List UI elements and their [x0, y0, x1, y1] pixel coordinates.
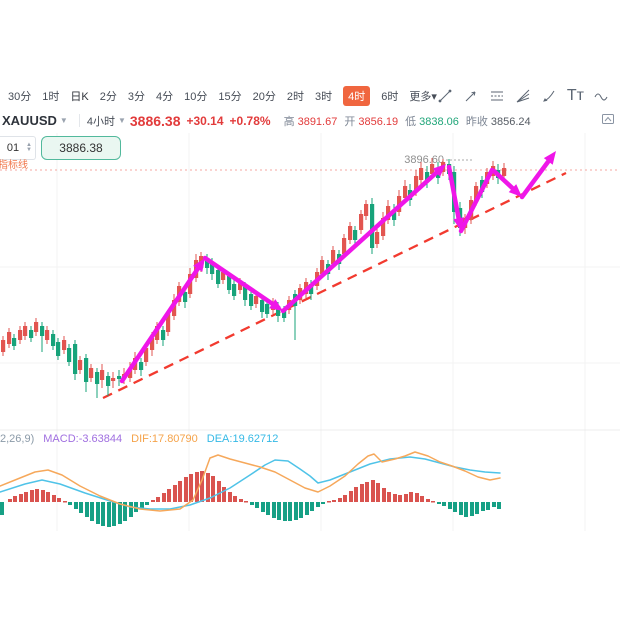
price-change-pct: +0.78% [230, 114, 271, 128]
high-value: 3891.67 [298, 116, 338, 128]
symbol-info-bar: XAUUSD ▼ 4小时 ▼ 3886.38 +30.14 +0.78% 高38… [0, 108, 620, 133]
prev-close-value: 3856.24 [491, 116, 531, 128]
fib-lines-icon[interactable] [489, 88, 506, 105]
timeframe-button-15分[interactable]: 15分 [218, 88, 241, 104]
indicator-line-label: 指标线 [0, 156, 28, 171]
trendline-icon[interactable] [437, 88, 454, 105]
low-label: 低3838.06 [405, 113, 459, 129]
open-value: 3856.19 [358, 116, 398, 128]
timeframe-button-4分[interactable]: 4分 [156, 88, 173, 104]
prev-close-label: 昨收3856.24 [466, 113, 531, 129]
high-price-marker: 3896.60 [404, 154, 474, 166]
timeframe-button-20分[interactable]: 20分 [253, 88, 276, 104]
gann-fan-icon[interactable] [515, 88, 532, 105]
macd-value: MACD:-3.63844 [43, 433, 122, 445]
timeframe-button-3时[interactable]: 3时 [315, 88, 332, 104]
wave-icon[interactable] [593, 88, 610, 105]
macd-label-row: 2,26,9) MACD:-3.63844 DIF:17.80790 DEA:1… [0, 431, 278, 447]
symbol-dropdown-caret-icon[interactable]: ▼ [60, 116, 68, 125]
timeframe-list: 30分 1时日K 2分 3分 4分 10分 15分 20分 2时 3时 4时 6时更多▾ [0, 86, 437, 106]
timeframe-button-2分[interactable]: 2分 [100, 88, 117, 104]
timeframe-button-日K[interactable]: 日K [70, 88, 88, 104]
trading-app: 30分 1时日K 2分 3分 4分 10分 15分 20分 2时 3时 4时 6时更多▾ Tт XAU… [0, 0, 620, 620]
price-tag-box[interactable]: 3886.38 [41, 136, 121, 160]
timeframe-more-button[interactable]: 更多▾ [409, 88, 437, 104]
low-value: 3838.06 [419, 116, 459, 128]
panel-expand-icon[interactable] [601, 112, 615, 129]
main-chart-canvas[interactable]: 3896.60 [0, 133, 620, 531]
price-change: +30.14 [186, 114, 223, 128]
price-tag-value: 3886.38 [59, 141, 102, 155]
trend-arrow-icon[interactable] [463, 88, 480, 105]
timeframe-button-10分[interactable]: 10分 [184, 88, 207, 104]
timeframe-button-2时[interactable]: 2时 [287, 88, 304, 104]
timeframe-button-6时[interactable]: 6时 [381, 88, 398, 104]
stepper-arrows-icon[interactable]: ▲▼ [26, 143, 35, 153]
symbol-name[interactable]: XAUUSD [2, 113, 57, 128]
open-label: 开3856.19 [344, 113, 398, 129]
interval-label[interactable]: 4小时 [87, 113, 115, 129]
timeframe-button-3分[interactable]: 3分 [128, 88, 145, 104]
interval-dropdown-caret-icon[interactable]: ▼ [118, 116, 126, 125]
drawing-tools: Tт [437, 88, 620, 105]
text-tool-icon[interactable]: Tт [567, 88, 584, 105]
timeframe-toolbar: 30分 1时日K 2分 3分 4分 10分 15分 20分 2时 3时 4时 6时更多▾ Tт [0, 84, 620, 109]
stepper-value: 01 [0, 142, 26, 154]
trendline-annotation[interactable] [103, 173, 566, 398]
macd-histogram [0, 471, 501, 527]
timeframe-button-30分[interactable]: 30分 [8, 88, 31, 104]
dif-value: DIF:17.80790 [131, 433, 198, 445]
divider [79, 114, 80, 127]
high-label: 高3891.67 [284, 113, 338, 129]
last-price: 3886.38 [130, 113, 181, 129]
pen-icon[interactable] [541, 88, 558, 105]
macd-params: 2,26,9) [0, 433, 34, 445]
dea-value: DEA:19.62712 [207, 433, 279, 445]
candlestick-series [1, 158, 506, 398]
timeframe-button-1时[interactable]: 1时 [42, 88, 59, 104]
timeframe-button-4时[interactable]: 4时 [343, 86, 370, 106]
